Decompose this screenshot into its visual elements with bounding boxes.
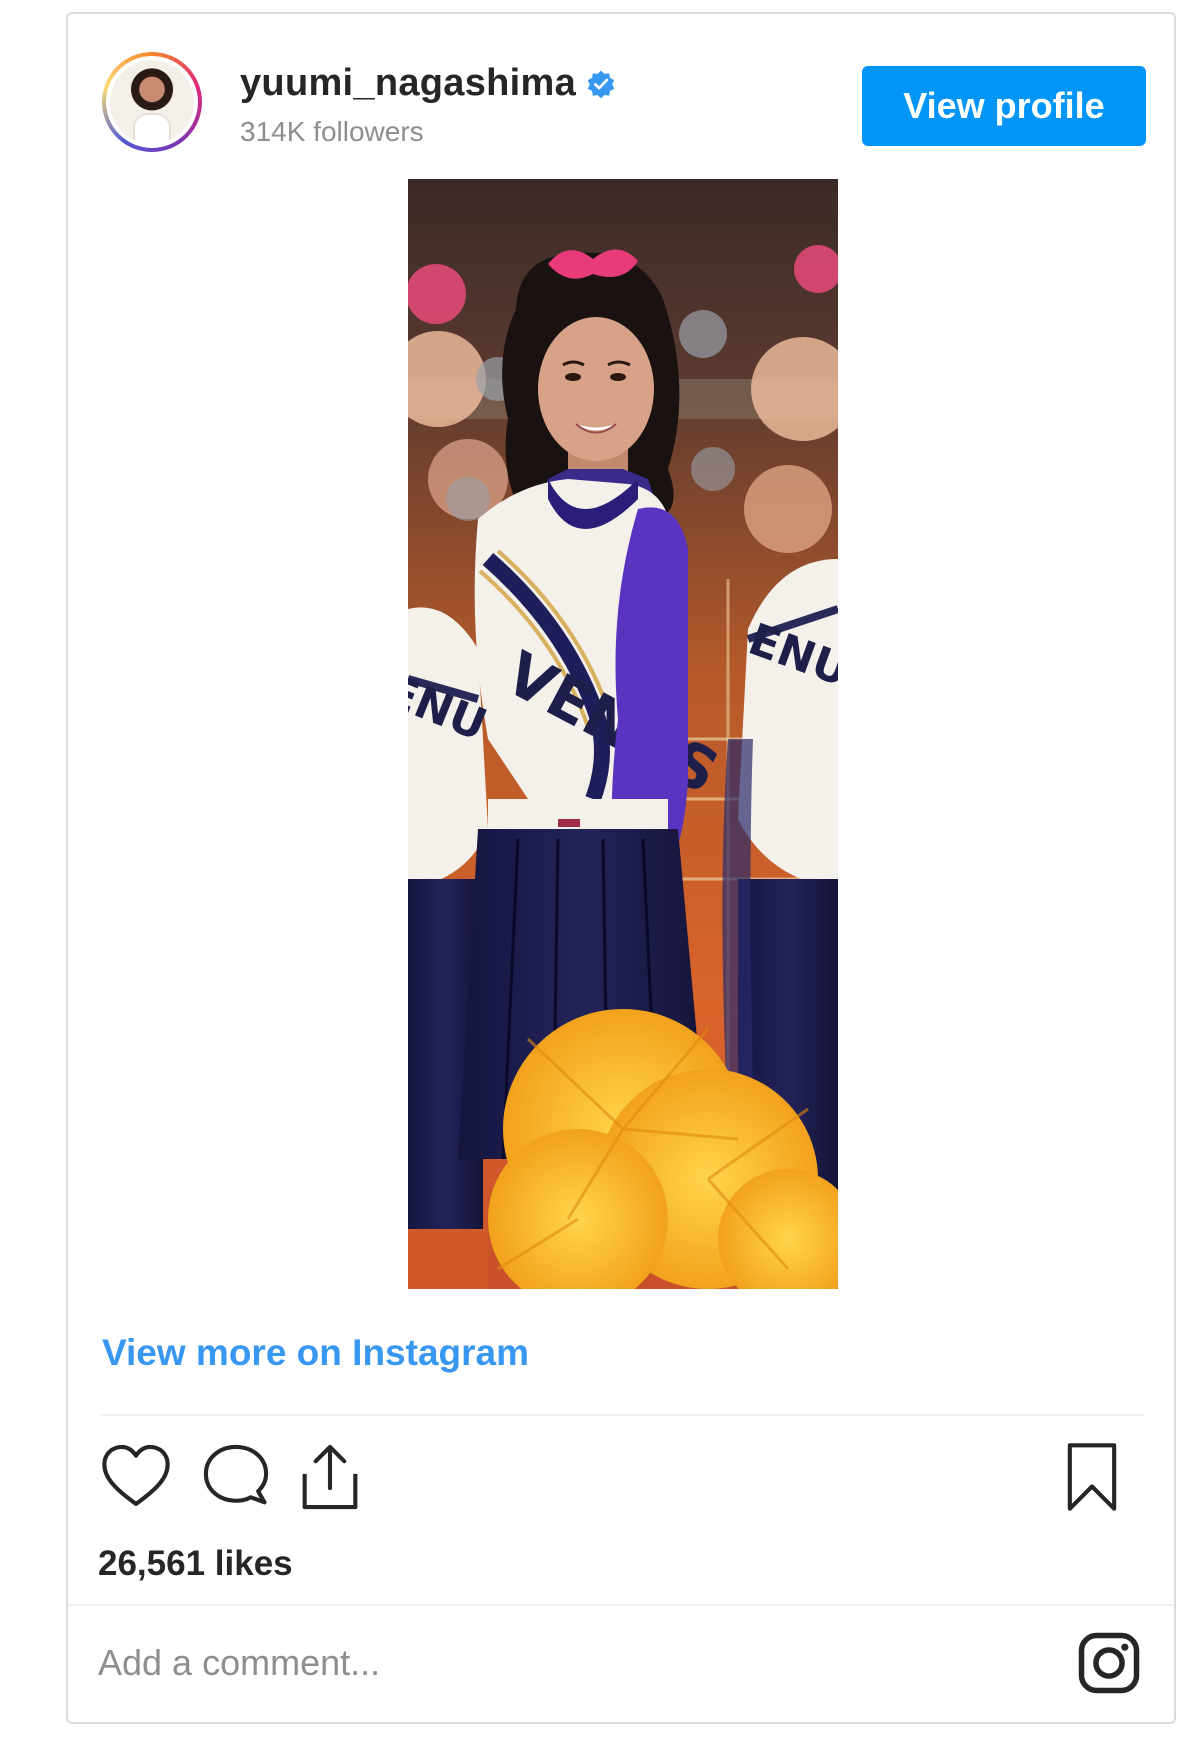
avatar-photo bbox=[106, 56, 198, 148]
username-row: yuumi_nagashima bbox=[240, 62, 616, 105]
divider bbox=[68, 1604, 1174, 1606]
view-profile-button[interactable]: View profile bbox=[862, 66, 1146, 146]
avatar[interactable] bbox=[102, 52, 202, 152]
divider bbox=[100, 1414, 1144, 1416]
cheerleader-photo: VENUS ENU ENU bbox=[408, 179, 838, 1289]
username-link[interactable]: yuumi_nagashima bbox=[240, 62, 576, 105]
like-count[interactable]: 26,561 likes bbox=[98, 1544, 293, 1584]
heart-icon[interactable] bbox=[98, 1439, 174, 1515]
instagram-icon[interactable] bbox=[1076, 1630, 1142, 1696]
view-more-on-instagram-link[interactable]: View more on Instagram bbox=[102, 1332, 529, 1374]
speech-bubble-icon[interactable] bbox=[198, 1439, 274, 1515]
post-image[interactable]: VENUS ENU ENU bbox=[408, 179, 838, 1289]
bookmark-icon[interactable] bbox=[1054, 1439, 1130, 1515]
share-upload-icon[interactable] bbox=[292, 1439, 368, 1515]
instagram-embed-card: yuumi_nagashima 314K followers View prof… bbox=[66, 12, 1176, 1724]
action-bar bbox=[98, 1439, 1148, 1519]
add-comment-input[interactable]: Add a comment... bbox=[98, 1642, 380, 1684]
follower-count: 314K followers bbox=[240, 116, 424, 147]
verified-badge-icon bbox=[587, 70, 615, 98]
post-header: yuumi_nagashima 314K followers View prof… bbox=[102, 42, 1146, 152]
